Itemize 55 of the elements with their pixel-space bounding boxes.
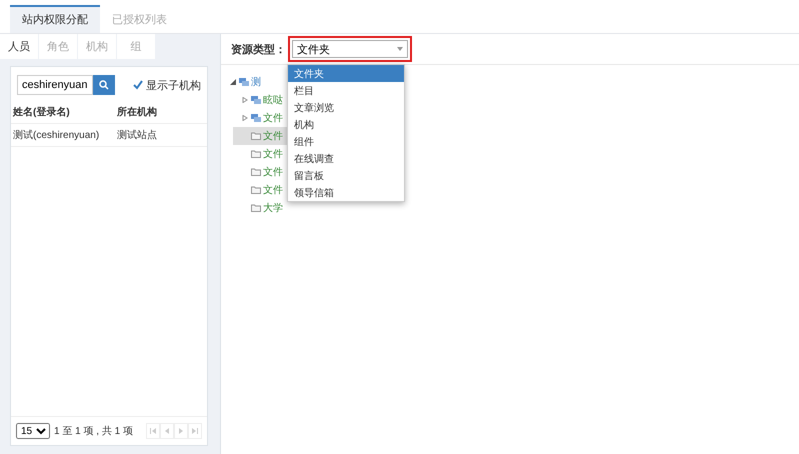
page-size-select[interactable]: 15 [16,423,50,439]
tree-label: 文件 [263,166,283,179]
next-page-button[interactable] [174,423,188,439]
column-header: 姓名(登录名) [12,106,71,119]
tree-node[interactable]: 文件 [233,109,287,127]
table-cell-text: 测试(ceshirenyuan) [12,128,100,142]
tab[interactable]: 组 [117,34,156,59]
previous-page-button[interactable] [160,423,174,439]
tab[interactable]: 站内权限分配 [10,5,100,33]
tab[interactable]: 机构 [78,34,117,59]
tree-label: 文件 [263,184,283,197]
first-page-icon [150,428,156,434]
dropdown-option[interactable]: 领导信箱 [288,184,404,201]
caret-icon [397,47,403,51]
tree-node[interactable]: 文件 [233,163,287,181]
resource-type-select[interactable]: 文件夹 [292,40,408,58]
dropdown-option[interactable]: 机构 [288,116,404,133]
tree-label: 测 [251,76,261,89]
search-button[interactable] [93,75,115,95]
checkbox-label: 显示子机构 [146,78,201,92]
table-cell-text: 测试站点 [116,128,157,142]
tree-label: 文件 [263,130,283,143]
dropdown-option[interactable]: 文章浏览 [288,99,404,116]
tree-label: 文件 [263,148,283,161]
dropdown-option[interactable]: 在线调查 [288,150,404,167]
next-icon [178,428,184,434]
tree-node[interactable]: 文件 [233,145,287,163]
collapsed-triangle-icon[interactable] [241,114,249,122]
expanded-triangle-icon[interactable] [229,78,237,86]
tab[interactable]: 角色 [39,34,78,59]
checkbox[interactable] [133,80,143,90]
dropdown-option[interactable]: 栏目 [288,82,404,99]
dropdown-option[interactable]: 文件夹 [288,65,404,82]
tab[interactable]: 人员 [0,34,39,59]
last-page-button[interactable] [188,423,202,439]
tree-label: 文件 [263,112,283,125]
collapsed-triangle-icon[interactable] [241,96,249,104]
tree-label: 眩哒 [263,94,283,107]
dropdown-option[interactable]: 组件 [288,133,404,150]
previous-icon [164,428,170,434]
last-page-icon [192,428,198,434]
dropdown-option[interactable]: 留言板 [288,167,404,184]
tree-node[interactable]: 文件 [233,127,287,145]
resource-type-label: 资源类型： [231,42,286,56]
page-info: 1 至 1 项 , 共 1 项 [54,424,133,438]
tab[interactable]: 已授权列表 [100,5,179,33]
tree-label: 大学 [263,202,283,215]
tree-node[interactable]: 测 [221,73,265,91]
tree-node[interactable]: 大学 [233,199,287,217]
first-page-button[interactable] [146,423,160,439]
tree-node[interactable]: 文件 [233,181,287,199]
search-field[interactable]: ceshirenyuan [17,75,93,95]
search-icon [99,80,109,90]
tree-node[interactable]: 眩哒 [233,91,287,109]
column-header: 所在机构 [116,106,157,119]
